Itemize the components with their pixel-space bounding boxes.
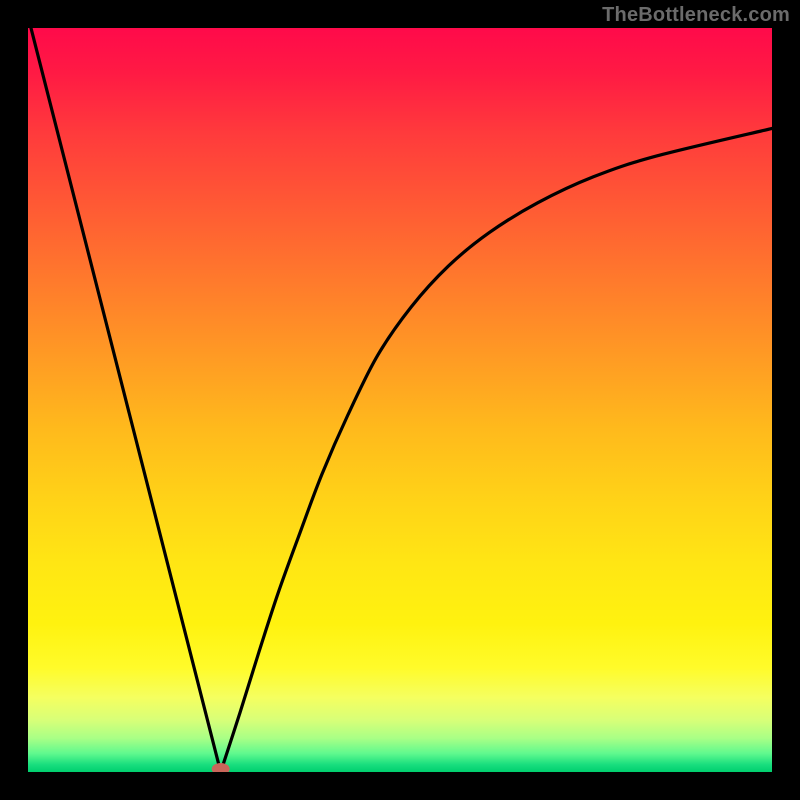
plot-area [28,28,772,772]
chart-frame: TheBottleneck.com [0,0,800,800]
minimum-marker [212,763,230,772]
curve-layer [28,28,772,772]
bottleneck-curve [31,28,772,772]
watermark-text: TheBottleneck.com [602,4,790,27]
